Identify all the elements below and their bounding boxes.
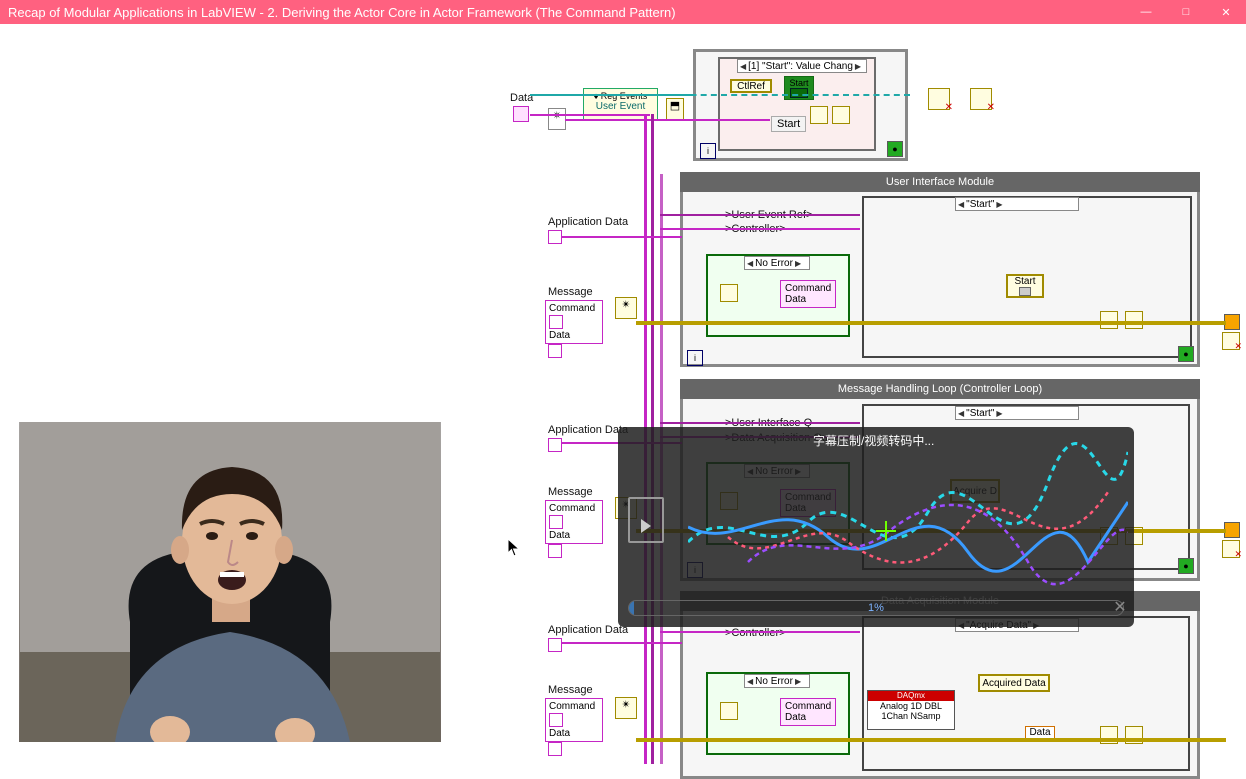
ui-outer-case-sel[interactable]: "Start" xyxy=(955,197,1079,211)
workspace: Data ♦ Reg Events User Event ✴ ⬒ [1] "St… xyxy=(0,24,1246,778)
ui-start-indicator[interactable]: Start xyxy=(1006,274,1044,298)
daq-unbundle[interactable]: Command Data xyxy=(780,698,836,726)
mhl-stop-term[interactable]: ● xyxy=(1178,558,1194,574)
transcoding-overlay: 字幕压制/视频转码中... 1% ✕ xyxy=(618,427,1134,627)
create-user-event-node[interactable]: ✴ xyxy=(548,108,566,130)
ui-message-cluster[interactable]: Command Data xyxy=(545,300,603,344)
window-titlebar: Recap of Modular Applications in LabVIEW… xyxy=(0,0,1246,24)
mhl-title: Message Handling Loop (Controller Loop) xyxy=(680,379,1200,399)
ui-noerror-sel[interactable]: No Error xyxy=(744,256,810,270)
daq-controller-lbl: >Controller> xyxy=(725,627,786,639)
ui-appdata-box[interactable] xyxy=(548,230,562,244)
daq-message-lbl: Message xyxy=(548,684,593,696)
ui-obtain-queue[interactable]: ✴ xyxy=(615,297,637,319)
mhl-release-queue[interactable]: ✕ xyxy=(1222,540,1240,558)
overlay-crosshair-icon xyxy=(876,521,896,541)
start-button-top[interactable]: Start xyxy=(771,116,806,132)
ui-message-lbl: Message xyxy=(548,286,593,298)
daq-dequeue[interactable] xyxy=(720,702,738,720)
daq-obtain-queue[interactable]: ✴ xyxy=(615,697,637,719)
overlay-progressbar[interactable]: 1% xyxy=(628,600,1124,616)
overlay-close-button[interactable]: ✕ xyxy=(1112,600,1128,616)
daq-appdata-box[interactable] xyxy=(548,638,562,652)
minimize-button[interactable]: — xyxy=(1126,0,1166,24)
ctlref-cluster[interactable]: CtlRef xyxy=(730,79,772,93)
ui-release-queue[interactable]: ✕ xyxy=(1222,332,1240,350)
reg-events-text: Reg Events xyxy=(601,91,648,101)
destroy-event-node[interactable]: ✕ xyxy=(970,88,992,110)
mhl-appdata-box[interactable] xyxy=(548,438,562,452)
ui-unbundle[interactable]: Command Data xyxy=(780,280,836,308)
unreg-events-node[interactable]: ✕ xyxy=(928,88,950,110)
daq-noerror-sel[interactable]: No Error xyxy=(744,674,810,688)
daq-appdata-lbl: Application Data xyxy=(548,624,628,636)
mouse-cursor-icon xyxy=(507,538,521,558)
overlay-progress-fill xyxy=(629,601,634,615)
mhl-message-lbl: Message xyxy=(548,486,593,498)
event-node-b[interactable] xyxy=(832,106,850,124)
ui-i-term: i xyxy=(687,350,703,366)
stop-terminal-0[interactable]: ● xyxy=(887,141,903,157)
ui-error-out xyxy=(1224,314,1240,330)
daqmx-read[interactable]: DAQmx Analog 1D DBL 1Chan NSamp xyxy=(867,690,955,730)
acquired-data-lbl: Acquired Data xyxy=(978,674,1050,692)
daq-data-box[interactable] xyxy=(548,742,562,756)
mhl-outer-case-sel[interactable]: "Start" xyxy=(955,406,1079,420)
maximize-button[interactable]: □ xyxy=(1166,0,1206,24)
ui-module-title: User Interface Module xyxy=(680,172,1200,192)
ui-stop-term[interactable]: ● xyxy=(1178,346,1194,362)
mhl-error-out xyxy=(1224,522,1240,538)
window-controls: — □ ✕ xyxy=(1126,0,1246,24)
mhl-message-cluster[interactable]: Command Data xyxy=(545,500,603,544)
iteration-terminal-0: i xyxy=(700,143,716,159)
overlay-progress-text: 1% xyxy=(868,602,884,614)
video-file-icon xyxy=(628,497,664,543)
presenter-webcam xyxy=(19,422,441,742)
ui-enqueue-a[interactable] xyxy=(1100,311,1118,329)
post-reg-node[interactable]: ⬒ xyxy=(666,98,684,120)
ui-enqueue-b[interactable] xyxy=(1125,311,1143,329)
event-case-selector[interactable]: [1] "Start": Value Chang xyxy=(737,59,867,73)
ui-dequeue[interactable] xyxy=(720,284,738,302)
ui-data-box[interactable] xyxy=(548,344,562,358)
event-node-a[interactable] xyxy=(810,106,828,124)
window-title: Recap of Modular Applications in LabVIEW… xyxy=(8,5,676,20)
ui-appdata-lbl: Application Data xyxy=(548,216,628,228)
data-terminal-top xyxy=(513,106,529,122)
mhl-appdata-lbl: Application Data xyxy=(548,424,628,436)
overlay-waveform-icon xyxy=(688,442,1128,602)
mhl-data-box[interactable] xyxy=(548,544,562,558)
user-event-text: User Event xyxy=(584,101,657,112)
close-button[interactable]: ✕ xyxy=(1206,0,1246,24)
start-control-top[interactable]: Start xyxy=(784,76,814,100)
daq-message-cluster[interactable]: Command Data xyxy=(545,698,603,742)
